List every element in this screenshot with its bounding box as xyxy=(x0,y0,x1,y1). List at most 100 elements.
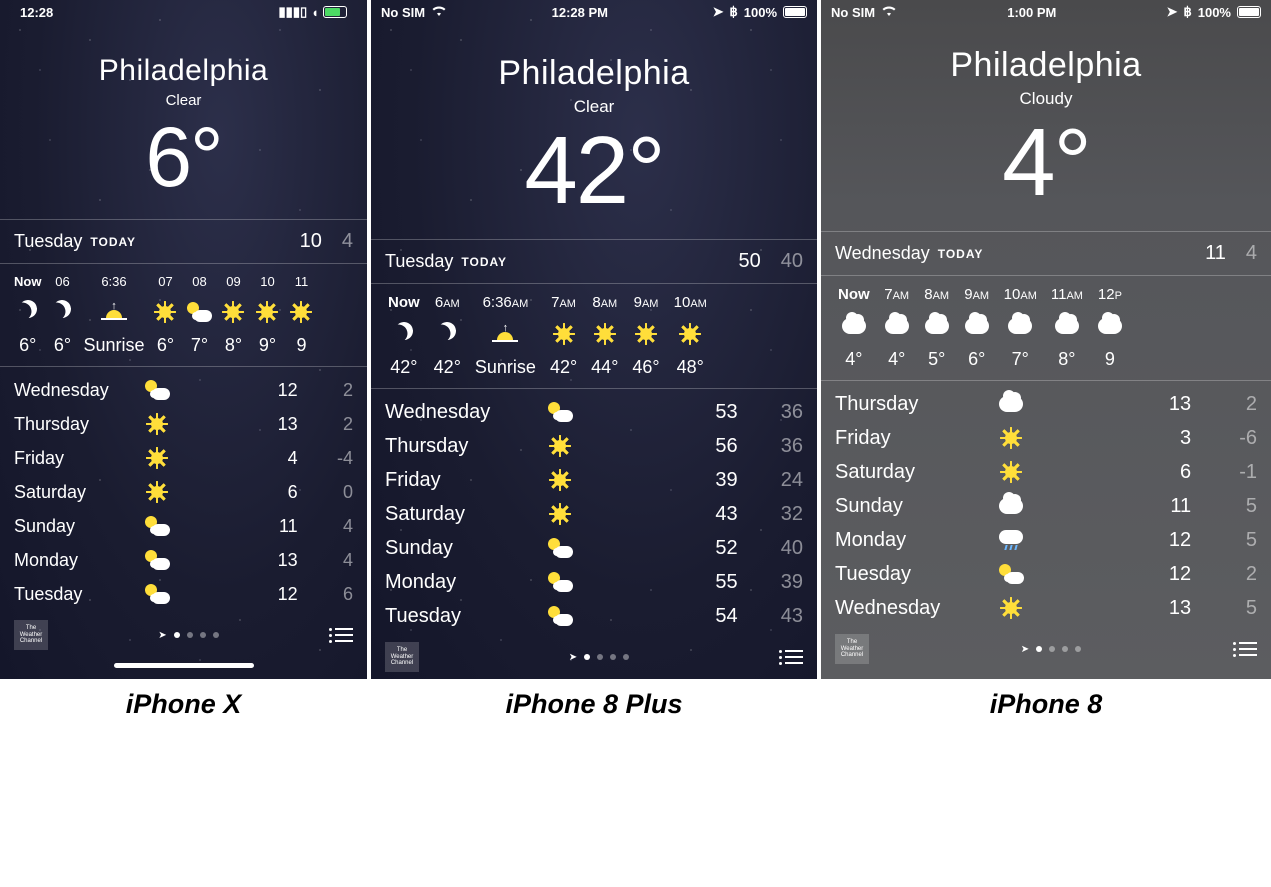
day-name: Saturday xyxy=(14,482,144,503)
partly-icon xyxy=(547,606,573,626)
hour-time: 08 xyxy=(192,274,206,289)
day-high: 55 xyxy=(635,571,752,594)
page-indicator[interactable]: ➤ xyxy=(158,630,218,641)
today-row: TuesdayTODAY104 xyxy=(0,219,367,263)
partly-icon xyxy=(144,380,170,400)
page-dot xyxy=(1075,646,1081,652)
weather-screen[interactable]: 12:28▮▮▮▯◖PhiladelphiaClear6°TuesdayTODA… xyxy=(0,0,367,679)
bluetooth-icon: ฿ xyxy=(1183,4,1191,20)
hour-temp: 6° xyxy=(157,335,174,356)
day-name: Saturday xyxy=(835,461,998,484)
condition-label: Clear xyxy=(371,97,817,117)
today-row: WednesdayTODAY114 xyxy=(821,231,1271,275)
day-low: 36 xyxy=(752,435,803,458)
today-high: 10 xyxy=(300,230,322,253)
weather-channel-button[interactable]: The Weather Channel xyxy=(835,634,869,664)
city-name: Philadelphia xyxy=(821,46,1271,85)
daily-forecast[interactable]: Wednesday122Thursday132Friday4-4Saturday… xyxy=(0,366,367,613)
hour-temp: 6° xyxy=(19,335,36,356)
hour-time: 10AM xyxy=(674,294,707,311)
weather-screen[interactable]: No SIM1:00 PM➤฿100%PhiladelphiaCloudy4°W… xyxy=(821,0,1271,679)
day-low: 24 xyxy=(752,469,803,492)
hour-time: 12P xyxy=(1098,286,1122,303)
current-temp: 6° xyxy=(0,115,367,199)
caption-label: iPhone 8 Plus xyxy=(371,679,817,726)
status-time: 12:28 xyxy=(20,5,53,20)
day-name: Monday xyxy=(835,529,998,552)
day-low: 5 xyxy=(1205,495,1257,518)
page-indicator[interactable]: ➤ xyxy=(569,652,629,663)
hour-time: 11 xyxy=(295,274,309,289)
hour-item: 11AM8° xyxy=(1044,286,1090,370)
day-low: -6 xyxy=(1205,427,1257,450)
day-name: Monday xyxy=(14,550,144,571)
day-name: Friday xyxy=(835,427,998,450)
location-page-icon: ➤ xyxy=(158,630,166,641)
partly-icon xyxy=(144,516,170,536)
sun-icon xyxy=(148,483,166,501)
hourly-forecast[interactable]: Now4°7AM4°8AM5°9AM6°10AM7°11AM8°12P9 xyxy=(821,275,1271,380)
status-bar: No SIM12:28 PM➤฿100% xyxy=(371,0,817,24)
weather-channel-button[interactable]: The Weather Channel xyxy=(14,620,48,650)
current-temp: 42° xyxy=(371,123,817,219)
today-row: TuesdayTODAY5040 xyxy=(371,239,817,283)
sun-icon xyxy=(551,471,569,489)
hourly-forecast[interactable]: Now6°066°6:36↑Sunrise076°087°098°109°119 xyxy=(0,263,367,366)
hour-item: 9AM 6° xyxy=(957,286,997,370)
weather-screen[interactable]: No SIM12:28 PM➤฿100%PhiladelphiaClear42°… xyxy=(371,0,817,679)
hour-item: 8AM44° xyxy=(584,294,625,378)
sun-icon xyxy=(148,415,166,433)
partly-icon xyxy=(144,584,170,604)
today-high: 11 xyxy=(1205,242,1226,265)
hour-item: 9AM46° xyxy=(625,294,666,378)
hour-temp: 46° xyxy=(632,357,659,378)
today-low: 4 xyxy=(1246,242,1257,265)
partly-icon xyxy=(998,564,1024,584)
home-indicator[interactable] xyxy=(114,663,254,668)
cloud-icon xyxy=(885,318,909,334)
hour-time: 8AM xyxy=(592,294,617,311)
locations-list-button[interactable] xyxy=(329,628,353,643)
daily-forecast[interactable]: Thursday132Friday3-6Saturday6-1Sunday115… xyxy=(821,380,1271,627)
locations-list-button[interactable] xyxy=(779,650,803,665)
sun-icon xyxy=(1002,599,1020,617)
sun-icon xyxy=(681,325,699,343)
page-indicator[interactable]: ➤ xyxy=(1021,644,1081,655)
location-page-icon: ➤ xyxy=(1021,644,1029,655)
condition-label: Clear xyxy=(0,92,367,109)
sun-icon xyxy=(551,437,569,455)
weather-channel-button[interactable]: The Weather Channel xyxy=(385,642,419,672)
hour-temp: 42° xyxy=(550,357,577,378)
day-name: Sunday xyxy=(385,537,547,560)
today-label: TODAY xyxy=(938,247,984,261)
day-row: Wednesday135 xyxy=(835,591,1257,625)
sun-icon xyxy=(292,303,310,321)
location-icon: ➤ xyxy=(1167,4,1178,20)
day-row: Monday5539 xyxy=(385,565,803,599)
day-high: 13 xyxy=(215,550,312,571)
battery-percent: 100% xyxy=(1198,5,1231,20)
day-name: Thursday xyxy=(14,414,144,435)
hour-temp: 6° xyxy=(968,349,985,370)
bluetooth-icon: ฿ xyxy=(729,4,737,20)
daily-forecast[interactable]: Wednesday5336Thursday5636Friday3924Satur… xyxy=(371,388,817,635)
sun-icon xyxy=(1002,429,1020,447)
hour-time: 7AM xyxy=(551,294,576,311)
page-dot xyxy=(213,632,219,638)
partly-icon xyxy=(186,302,212,322)
today-day: Tuesday xyxy=(385,251,453,272)
day-name: Friday xyxy=(14,448,144,469)
locations-list-button[interactable] xyxy=(1233,642,1257,657)
day-low: 40 xyxy=(752,537,803,560)
day-low: 43 xyxy=(752,605,803,628)
hour-time: 9AM xyxy=(964,286,989,303)
sun-icon xyxy=(224,303,242,321)
city-name: Philadelphia xyxy=(0,54,367,88)
day-row: Sunday115 xyxy=(835,489,1257,523)
hourly-forecast[interactable]: Now42°6AM42°6:36AM↑Sunrise7AM42°8AM44°9A… xyxy=(371,283,817,388)
day-name: Wednesday xyxy=(14,380,144,401)
hour-time: 6AM xyxy=(435,294,460,311)
day-high: 11 xyxy=(1087,495,1205,518)
sun-icon xyxy=(551,505,569,523)
today-high: 50 xyxy=(739,250,761,273)
